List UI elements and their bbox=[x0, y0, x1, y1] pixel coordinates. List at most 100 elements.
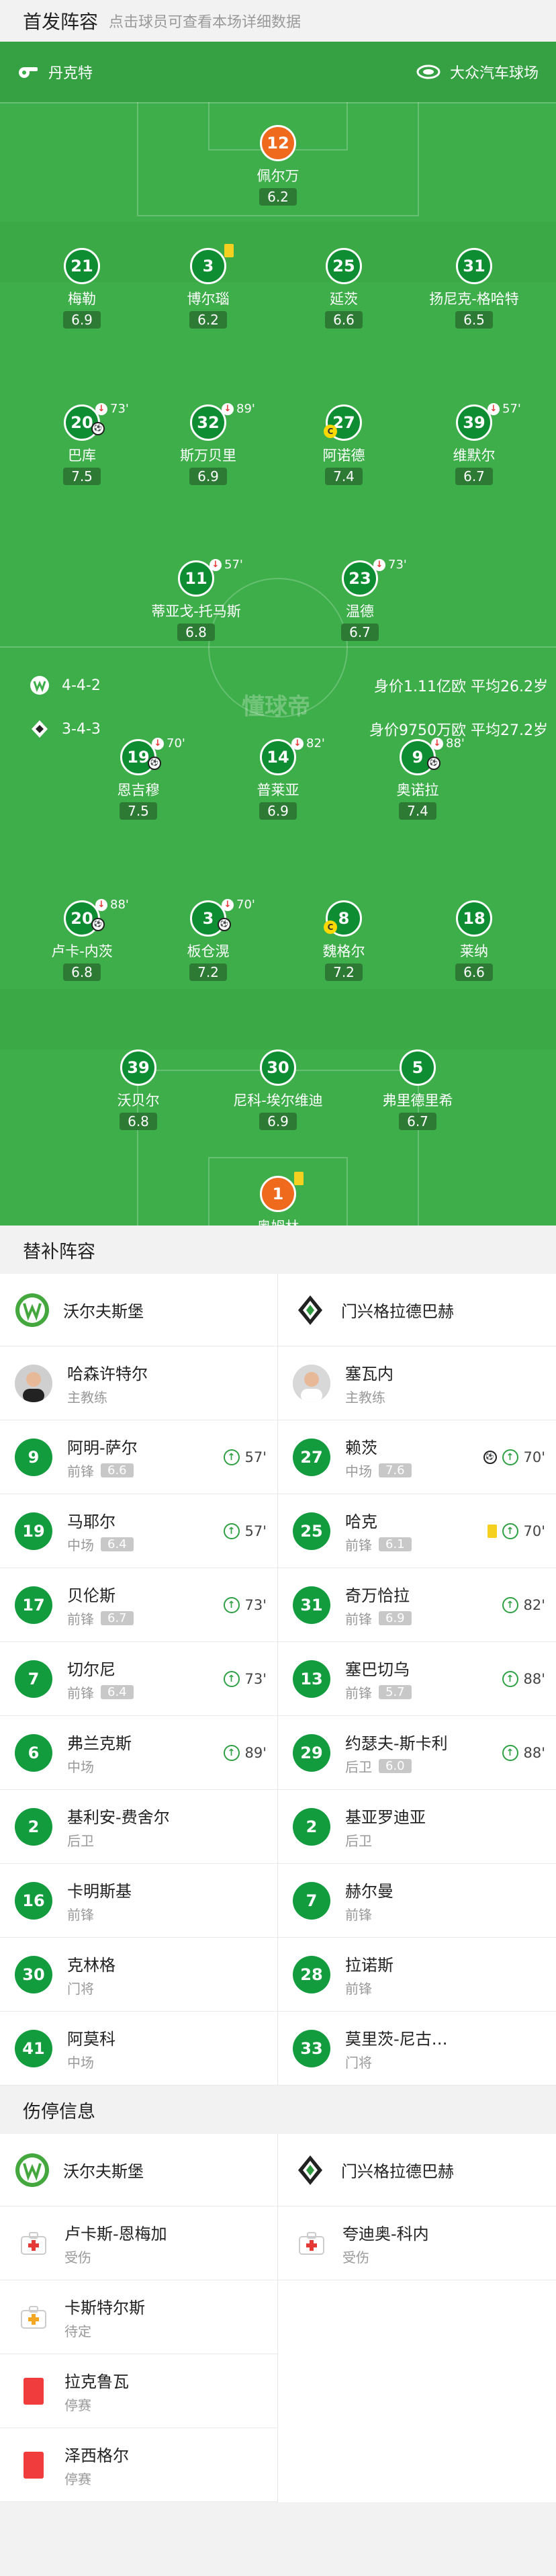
sub-player-row[interactable]: 27 赖茨 中场 7.6 ⚽ ↑ 70' bbox=[278, 1420, 556, 1494]
player-marker[interactable]: 30 尼科-埃尔维迪 6.9 bbox=[211, 1049, 345, 1130]
player-marker[interactable]: 19 ↓ 70' ⚽ 恩吉穆 7.5 bbox=[71, 736, 205, 820]
home-coach-row[interactable]: 哈森许特尔 主教练 bbox=[0, 1346, 277, 1420]
player-marker[interactable]: 31 扬尼克-格哈特 6.5 bbox=[407, 248, 541, 329]
sub-player-number: 2 bbox=[293, 1807, 330, 1846]
sub-player-row[interactable]: 7 赫尔曼 前锋 bbox=[278, 1864, 556, 1938]
away-team-name: 门兴格拉德巴赫 bbox=[341, 2162, 454, 2181]
sub-player-number: 13 bbox=[293, 1660, 330, 1698]
player-marker[interactable]: 27 C 阿诺德 7.4 bbox=[277, 404, 411, 485]
sub-on-icon: ↑ bbox=[223, 1670, 240, 1687]
home-team-row[interactable]: 沃尔夫斯堡 bbox=[0, 2134, 277, 2206]
sub-player-row[interactable]: 25 哈克 前锋 6.1 ↑ 70' bbox=[278, 1494, 556, 1568]
sub-event: ↑ 89' bbox=[223, 1716, 267, 1789]
injury-row[interactable]: 拉克鲁瓦 停赛 bbox=[0, 2354, 277, 2428]
player-marker[interactable]: 20 ↓ 88' ⚽ 卢卡-内茨 6.8 bbox=[15, 898, 149, 981]
player-rating: 6.9 bbox=[63, 311, 101, 329]
sub-player-row[interactable]: 9 阿明-萨尔 前锋 6.6 ↑ 57' bbox=[0, 1420, 277, 1494]
sub-player-row[interactable]: 41 阿莫科 中场 bbox=[0, 2012, 277, 2086]
away-team-row[interactable]: 门兴格拉德巴赫 bbox=[278, 1274, 556, 1346]
away-coach-name: 塞瓦内 bbox=[345, 1364, 393, 1383]
player-marker[interactable]: 3 博尔瑙 6.2 bbox=[141, 244, 275, 329]
sub-player-row[interactable]: 29 约瑟夫-斯卡利 后卫 6.0 ↑ 88' bbox=[278, 1716, 556, 1790]
sub-player-name: 阿明-萨尔 bbox=[67, 1438, 138, 1457]
sub-player-number: 30 bbox=[15, 1955, 52, 1993]
home-team-stats: 身价1.11亿欧 平均26.2岁 bbox=[374, 679, 548, 695]
player-marker[interactable]: 8 C 魏格尔 7.2 bbox=[277, 900, 411, 981]
sub-player-rating: 6.0 bbox=[379, 1758, 412, 1773]
player-number: 39 bbox=[456, 404, 492, 441]
player-marker[interactable]: 21 梅勒 6.9 bbox=[15, 248, 149, 329]
player-name: 博尔瑙 bbox=[187, 291, 230, 307]
home-subs-column: 沃尔夫斯堡 哈森许特尔 主教练 9 阿明-萨尔 前锋 6.6 ↑ 57' 19 马耶尔 中场 6.4… bbox=[0, 1274, 278, 2086]
player-marker[interactable]: 20 ↓ 73' ⚽ 巴库 7.5 bbox=[15, 402, 149, 485]
player-marker[interactable]: 14 ↓ 82' 普莱亚 6.9 bbox=[211, 736, 345, 820]
player-rating: 6.5 bbox=[455, 311, 493, 329]
player-marker[interactable]: 3 ↓ 70' ⚽ 板仓滉 7.2 bbox=[141, 898, 275, 981]
player-marker[interactable]: 23 ↓ 73' 温德 6.7 bbox=[293, 558, 427, 641]
sub-off-icon: ↓ bbox=[95, 898, 107, 911]
sub-player-row[interactable]: 28 拉诺斯 前锋 bbox=[278, 1938, 556, 2012]
player-marker[interactable]: 39 ↓ 57' 维默尔 6.7 bbox=[407, 402, 541, 485]
injury-row[interactable]: 泽西格尔 停赛 bbox=[0, 2428, 277, 2502]
home-team-row[interactable]: 沃尔夫斯堡 bbox=[0, 1274, 277, 1346]
sub-player-row[interactable]: 19 马耶尔 中场 6.4 ↑ 57' bbox=[0, 1494, 277, 1568]
player-marker[interactable]: 5 弗里德里希 6.7 bbox=[351, 1049, 485, 1130]
sub-minute: 88' bbox=[110, 898, 129, 912]
sub-event: ↑ 73' bbox=[223, 1568, 267, 1641]
sub-player-row[interactable]: 16 卡明斯基 前锋 bbox=[0, 1864, 277, 1938]
injury-row[interactable]: 卡斯特尔斯 待定 bbox=[0, 2280, 277, 2354]
sub-on-minute: 88' bbox=[523, 1670, 546, 1687]
sub-player-name: 拉诺斯 bbox=[345, 1955, 393, 1975]
player-rating: 6.9 bbox=[259, 802, 297, 820]
player-name: 阿诺德 bbox=[322, 447, 365, 464]
sub-player-row[interactable]: 31 奇万恰拉 前锋 6.9 ↑ 82' bbox=[278, 1568, 556, 1642]
player-name: 魏格尔 bbox=[322, 943, 365, 959]
player-number: 30 bbox=[260, 1049, 296, 1086]
player-marker[interactable]: 32 ↓ 89' 斯万贝里 6.9 bbox=[141, 402, 275, 485]
sub-player-position: 前锋 bbox=[345, 1980, 372, 1997]
player-marker[interactable]: 18 莱纳 6.6 bbox=[407, 900, 541, 981]
sub-player-name: 基利安-费舍尔 bbox=[67, 1807, 170, 1827]
sub-on-minute: 73' bbox=[244, 1596, 267, 1613]
injury-status: 受伤 bbox=[64, 2249, 91, 2266]
sub-player-row[interactable]: 17 贝伦斯 前锋 6.7 ↑ 73' bbox=[0, 1568, 277, 1642]
sub-event: ↑ 88' bbox=[502, 1716, 545, 1789]
player-number: 5 bbox=[400, 1049, 436, 1086]
sub-player-row[interactable]: 6 弗兰克斯 中场 ↑ 89' bbox=[0, 1716, 277, 1790]
sub-player-number: 7 bbox=[15, 1660, 52, 1698]
player-rating: 6.7 bbox=[341, 624, 379, 641]
coach-avatar bbox=[15, 1364, 52, 1402]
injury-row[interactable]: 夸迪奥-科内 受伤 bbox=[278, 2206, 556, 2280]
sub-player-row[interactable]: 2 基亚罗迪亚 后卫 bbox=[278, 1790, 556, 1864]
sub-player-number: 41 bbox=[15, 2029, 52, 2067]
sub-off-indicator: ↓ 82' bbox=[291, 736, 325, 750]
player-number: 3 bbox=[190, 248, 226, 284]
player-marker[interactable]: 12 佩尔万 6.2 bbox=[211, 125, 345, 206]
sub-player-position: 前锋 bbox=[67, 1463, 94, 1479]
player-rating: 6.6 bbox=[325, 311, 363, 329]
player-marker[interactable]: 11 ↓ 57' 蒂亚戈-托马斯 6.8 bbox=[129, 558, 263, 641]
sub-on-minute: 70' bbox=[523, 1449, 546, 1465]
sub-player-row[interactable]: 7 切尔尼 前锋 6.4 ↑ 73' bbox=[0, 1642, 277, 1716]
sub-on-icon: ↑ bbox=[223, 1596, 240, 1613]
player-marker[interactable]: 25 延茨 6.6 bbox=[277, 248, 411, 329]
injury-row[interactable]: 卢卡斯-恩梅加 受伤 bbox=[0, 2206, 277, 2280]
sub-player-row[interactable]: 13 塞巴切乌 前锋 5.7 ↑ 88' bbox=[278, 1642, 556, 1716]
sub-on-icon: ↑ bbox=[223, 1449, 240, 1465]
away-team-row[interactable]: 门兴格拉德巴赫 bbox=[278, 2134, 556, 2206]
away-coach-row[interactable]: 塞瓦内 主教练 bbox=[278, 1346, 556, 1420]
sub-player-row[interactable]: 2 基利安-费舍尔 后卫 bbox=[0, 1790, 277, 1864]
medical-kit-icon bbox=[17, 2301, 50, 2333]
sub-player-row[interactable]: 30 克林格 门将 bbox=[0, 1938, 277, 2012]
sub-on-icon: ↑ bbox=[502, 1744, 518, 1761]
player-marker[interactable]: 39 沃贝尔 6.8 bbox=[71, 1049, 205, 1130]
player-marker[interactable]: 1奥姆林6.9 bbox=[211, 1172, 345, 1226]
player-name: 扬尼克-格哈特 bbox=[429, 291, 519, 307]
player-name: 莱纳 bbox=[460, 943, 488, 959]
injured-player-name: 卡斯特尔斯 bbox=[64, 2298, 145, 2317]
sub-on-minute: 73' bbox=[244, 1670, 267, 1687]
sub-player-row[interactable]: 33 莫里茨-尼古… 门将 bbox=[278, 2012, 556, 2086]
player-rating: 6.2 bbox=[259, 188, 297, 206]
player-name: 温德 bbox=[346, 603, 374, 619]
player-marker[interactable]: 9 ↓ 88' ⚽ 奥诺拉 7.4 bbox=[351, 736, 485, 820]
